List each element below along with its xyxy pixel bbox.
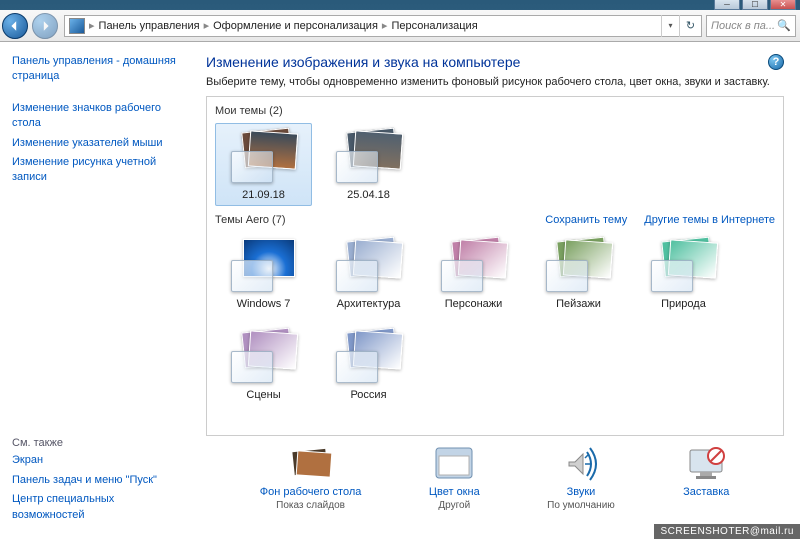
window-color-button[interactable]: Цвет окна Другой — [429, 446, 480, 511]
back-button[interactable] — [2, 13, 28, 39]
bottom-settings-row: Фон рабочего стола Показ слайдов Цвет ок… — [206, 436, 784, 511]
bottom-title: Заставка — [683, 486, 729, 498]
location-icon — [69, 18, 85, 34]
theme-item[interactable]: 21.09.18 — [215, 123, 312, 206]
breadcrumb[interactable]: Персонализация — [387, 20, 481, 32]
theme-item[interactable]: Сцены — [215, 323, 312, 406]
bottom-title: Цвет окна — [429, 486, 480, 498]
theme-item[interactable]: 25.04.18 — [320, 123, 417, 206]
minimize-button[interactable]: ─ — [714, 0, 740, 10]
nav-bar: ▸ Панель управления ▸ Оформление и персо… — [0, 10, 800, 42]
sidebar: Панель управления - домашняя страница Из… — [0, 42, 190, 539]
close-button[interactable]: ✕ — [770, 0, 796, 10]
refresh-button[interactable]: ↻ — [679, 15, 701, 37]
screensaver-button[interactable]: Заставка — [682, 446, 730, 511]
page-subtitle: Выберите тему, чтобы одновременно измени… — [206, 76, 784, 88]
theme-item[interactable]: Пейзажи — [530, 232, 627, 315]
section-header-aero-themes: Темы Aero (7) — [215, 214, 285, 226]
content-area: ? Изменение изображения и звука на компь… — [190, 42, 800, 539]
theme-item[interactable]: Windows 7 — [215, 232, 312, 315]
section-header-my-themes: Мои темы (2) — [215, 105, 283, 117]
bottom-sub: Другой — [438, 500, 470, 511]
bottom-title: Звуки — [567, 486, 596, 498]
theme-label: 25.04.18 — [347, 189, 390, 201]
sidebar-seealso-taskbar[interactable]: Панель задач и меню "Пуск" — [12, 473, 178, 488]
bottom-sub: Показ слайдов — [276, 500, 345, 511]
title-bar: ─ ☐ ✕ — [0, 0, 800, 10]
sidebar-link-account-picture[interactable]: Изменение рисунка учетной записи — [12, 155, 178, 186]
search-input[interactable]: Поиск в па... 🔍 — [706, 15, 796, 37]
speaker-icon — [557, 446, 605, 482]
theme-label: Сцены — [246, 389, 280, 401]
sidebar-link-home[interactable]: Панель управления - домашняя страница — [12, 54, 178, 85]
theme-item[interactable]: Россия — [320, 323, 417, 406]
sidebar-link-desktop-icons[interactable]: Изменение значков рабочего стола — [12, 101, 178, 132]
theme-label: Windows 7 — [237, 298, 291, 310]
page-title: Изменение изображения и звука на компьют… — [206, 54, 784, 70]
themes-list[interactable]: Мои темы (2) 21.09.18 — [206, 96, 784, 436]
help-icon[interactable]: ? — [768, 54, 784, 70]
theme-label: Персонажи — [445, 298, 503, 310]
breadcrumb[interactable]: Панель управления — [95, 20, 204, 32]
more-themes-link[interactable]: Другие темы в Интернете — [644, 214, 775, 226]
sounds-button[interactable]: Звуки По умолчанию — [547, 446, 615, 511]
search-placeholder: Поиск в па... — [711, 20, 775, 32]
theme-label: Россия — [350, 389, 386, 401]
theme-item[interactable]: Природа — [635, 232, 732, 315]
theme-label: Природа — [661, 298, 706, 310]
theme-label: Архитектура — [337, 298, 401, 310]
breadcrumb[interactable]: Оформление и персонализация — [209, 20, 382, 32]
sidebar-seealso-ease[interactable]: Центр специальных возможностей — [12, 492, 178, 523]
save-theme-link[interactable]: Сохранить тему — [545, 214, 627, 226]
address-bar[interactable]: ▸ Панель управления ▸ Оформление и персо… — [64, 15, 702, 37]
theme-item[interactable]: Персонажи — [425, 232, 522, 315]
maximize-button[interactable]: ☐ — [742, 0, 768, 10]
address-dropdown-button[interactable]: ▾ — [661, 15, 679, 37]
bottom-title: Фон рабочего стола — [260, 486, 362, 498]
screensaver-icon — [682, 446, 730, 482]
sidebar-link-pointers[interactable]: Изменение указателей мыши — [12, 136, 178, 151]
theme-label: 21.09.18 — [242, 189, 285, 201]
see-also-header: См. также — [12, 437, 178, 449]
theme-label: Пейзажи — [556, 298, 601, 310]
desktop-background-button[interactable]: Фон рабочего стола Показ слайдов — [260, 446, 362, 511]
watermark: SCREENSHOTER@mail.ru — [654, 524, 800, 539]
sidebar-seealso-display[interactable]: Экран — [12, 453, 178, 468]
bottom-sub: По умолчанию — [547, 500, 615, 511]
search-icon: 🔍 — [777, 19, 791, 32]
forward-button[interactable] — [32, 13, 58, 39]
theme-item[interactable]: Архитектура — [320, 232, 417, 315]
